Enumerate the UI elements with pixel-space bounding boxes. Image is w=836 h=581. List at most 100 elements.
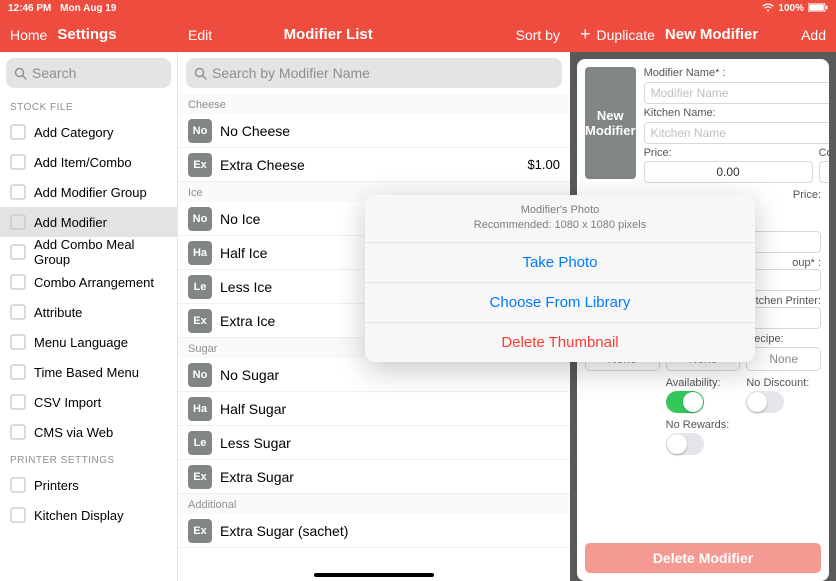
sidebar-icon bbox=[8, 362, 28, 382]
sidebar-item-label: Add Modifier bbox=[34, 215, 107, 230]
sidebar-item[interactable]: Printers bbox=[0, 470, 177, 500]
no-rewards-toggle[interactable] bbox=[666, 433, 704, 455]
no-discount-toggle[interactable] bbox=[746, 391, 784, 413]
recipe-select[interactable]: None bbox=[746, 347, 821, 371]
status-time: 12:46 PM bbox=[8, 3, 51, 14]
settings-title: Settings bbox=[57, 26, 116, 43]
choose-library-button[interactable]: Choose From Library bbox=[365, 282, 755, 322]
sidebar-icon bbox=[8, 152, 28, 172]
price-input[interactable] bbox=[644, 161, 813, 183]
sidebar-icon bbox=[8, 212, 28, 232]
modifier-label: No Sugar bbox=[220, 367, 560, 383]
search-icon bbox=[194, 67, 207, 80]
modifier-row[interactable]: No No Cheese bbox=[178, 114, 570, 148]
kitchen-name-label: Kitchen Name: bbox=[644, 107, 829, 119]
modifier-badge: Le bbox=[188, 275, 212, 299]
sidebar-icon bbox=[8, 332, 28, 352]
home-link[interactable]: Home bbox=[10, 27, 47, 43]
sidebar-icon bbox=[8, 392, 28, 412]
battery-pct: 100% bbox=[778, 3, 804, 14]
modifier-label: Extra Sugar (sachet) bbox=[220, 523, 560, 539]
modifier-row[interactable]: Ha Half Sugar bbox=[178, 392, 570, 426]
modifier-label: Half Sugar bbox=[220, 401, 560, 417]
modifier-row[interactable]: Ex Extra Sugar (sachet) bbox=[178, 514, 570, 548]
sidebar-item-label: Attribute bbox=[34, 305, 82, 320]
plus-icon[interactable]: + bbox=[580, 24, 591, 45]
battery-icon bbox=[808, 3, 828, 15]
group-header: Additional bbox=[178, 494, 570, 514]
sheet-subtitle: Recommended: 1080 x 1080 pixels bbox=[375, 218, 745, 233]
page-title: Modifier List bbox=[284, 26, 373, 43]
duplicate-button[interactable]: Duplicate bbox=[597, 27, 655, 43]
sidebar-item-label: CSV Import bbox=[34, 395, 101, 410]
sidebar-icon bbox=[8, 422, 28, 442]
sidebar-item[interactable]: Add Item/Combo bbox=[0, 147, 177, 177]
sidebar-item-label: CMS via Web bbox=[34, 425, 113, 440]
modifier-badge: Ha bbox=[188, 397, 212, 421]
new-modifier-title: New Modifier bbox=[665, 26, 758, 43]
modifier-badge: No bbox=[188, 119, 212, 143]
search-placeholder: Search by Modifier Name bbox=[212, 65, 370, 81]
search-icon bbox=[14, 67, 27, 80]
delete-thumbnail-button[interactable]: Delete Thumbnail bbox=[365, 322, 755, 362]
sidebar-item[interactable]: Attribute bbox=[0, 297, 177, 327]
sidebar-item-label: Add Modifier Group bbox=[34, 185, 147, 200]
section-printer: PRINTER SETTINGS bbox=[0, 447, 177, 470]
modifier-row[interactable]: NoNo Sugar bbox=[178, 358, 570, 392]
sidebar: Search STOCK FILE Add CategoryAdd Item/C… bbox=[0, 52, 178, 581]
sidebar-icon bbox=[8, 302, 28, 322]
no-rewards-label: No Rewards: bbox=[666, 419, 741, 431]
modifier-badge: Ex bbox=[188, 519, 212, 543]
delete-modifier-button[interactable]: Delete Modifier bbox=[585, 543, 821, 573]
sidebar-item-label: Time Based Menu bbox=[34, 365, 139, 380]
modifier-thumbnail[interactable]: New Modifier bbox=[585, 67, 636, 179]
sidebar-item-label: Kitchen Display bbox=[34, 508, 124, 523]
add-button[interactable]: Add bbox=[801, 27, 826, 43]
sidebar-icon bbox=[8, 505, 28, 525]
modifier-row[interactable]: Le Less Sugar bbox=[178, 426, 570, 460]
modifier-badge: Ha bbox=[188, 241, 212, 265]
modifier-name-label: Modifier Name* : bbox=[644, 67, 829, 79]
availability-toggle[interactable] bbox=[666, 391, 704, 413]
kitchen-name-input[interactable] bbox=[644, 122, 829, 144]
sidebar-item-label: Add Category bbox=[34, 125, 114, 140]
sidebar-item[interactable]: Combo Arrangement bbox=[0, 267, 177, 297]
sidebar-icon bbox=[8, 242, 28, 262]
sidebar-icon bbox=[8, 122, 28, 142]
no-discount-label: No Discount: bbox=[746, 377, 821, 389]
sidebar-icon bbox=[8, 272, 28, 292]
search-input-mid[interactable]: Search by Modifier Name bbox=[186, 58, 562, 88]
sidebar-item[interactable]: CMS via Web bbox=[0, 417, 177, 447]
sidebar-item[interactable]: Kitchen Display bbox=[0, 500, 177, 530]
modifier-row[interactable]: Ex Extra Sugar bbox=[178, 460, 570, 494]
cost-input[interactable] bbox=[819, 161, 829, 183]
modifier-label: Extra Sugar bbox=[220, 469, 560, 485]
sidebar-item[interactable]: Add Category bbox=[0, 117, 177, 147]
availability-label: Availability: bbox=[666, 377, 741, 389]
sidebar-item[interactable]: CSV Import bbox=[0, 387, 177, 417]
sidebar-item[interactable]: Time Based Menu bbox=[0, 357, 177, 387]
modifier-price: $1.00 bbox=[527, 157, 560, 172]
sidebar-item[interactable]: Add Combo Meal Group bbox=[0, 237, 177, 267]
wifi-icon bbox=[762, 3, 774, 15]
sort-button[interactable]: Sort by bbox=[516, 27, 560, 43]
modifier-name-input[interactable] bbox=[644, 82, 829, 104]
sidebar-item[interactable]: Add Modifier Group bbox=[0, 177, 177, 207]
modifier-badge: Le bbox=[188, 431, 212, 455]
sidebar-item-label: Menu Language bbox=[34, 335, 128, 350]
sidebar-item-label: Add Item/Combo bbox=[34, 155, 132, 170]
sidebar-icon bbox=[8, 475, 28, 495]
modifier-row[interactable]: ExExtra Cheese$1.00 bbox=[178, 148, 570, 182]
take-photo-button[interactable]: Take Photo bbox=[365, 242, 755, 282]
modifier-label: Less Sugar bbox=[220, 435, 560, 451]
modifier-badge: Ex bbox=[188, 465, 212, 489]
modifier-label: No Cheese bbox=[220, 123, 560, 139]
search-input-left[interactable]: Search bbox=[6, 58, 171, 88]
price-label: Price: bbox=[644, 147, 813, 159]
sidebar-item[interactable]: Menu Language bbox=[0, 327, 177, 357]
search-placeholder: Search bbox=[32, 65, 76, 81]
edit-button[interactable]: Edit bbox=[188, 27, 212, 43]
modifier-badge: Ex bbox=[188, 309, 212, 333]
sidebar-item-label: Add Combo Meal Group bbox=[34, 237, 169, 267]
sidebar-item[interactable]: Add Modifier bbox=[0, 207, 177, 237]
